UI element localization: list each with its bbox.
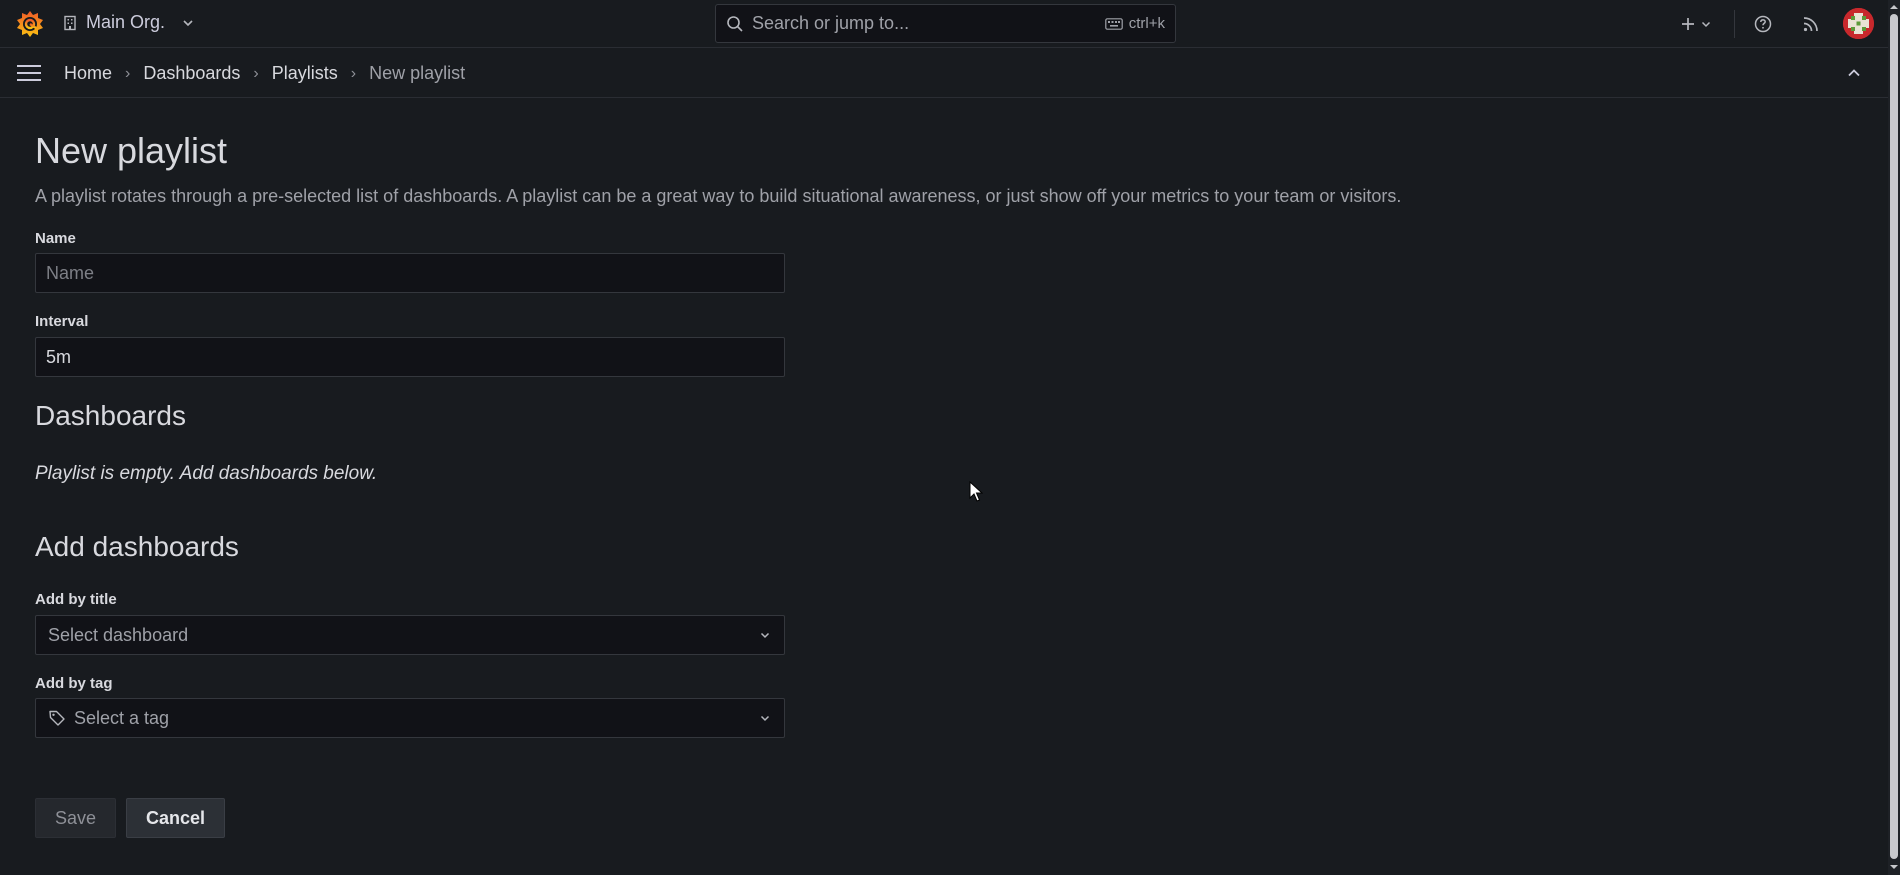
interval-input[interactable] xyxy=(35,337,785,377)
dashboard-select-placeholder: Select dashboard xyxy=(48,624,189,645)
org-name: Main Org. xyxy=(86,12,166,32)
news-button[interactable] xyxy=(1799,12,1823,36)
breadcrumb: Home › Dashboards › Playlists › New play… xyxy=(64,49,465,98)
scrollbar-thumb[interactable] xyxy=(1890,14,1898,859)
add-dashboards-heading: Add dashboards xyxy=(35,531,239,562)
breadcrumb-separator: › xyxy=(125,64,131,82)
name-input[interactable] xyxy=(35,253,785,293)
hamburger-icon[interactable] xyxy=(16,63,42,83)
dashboards-heading: Dashboards xyxy=(35,400,186,431)
chevron-down-icon xyxy=(183,19,193,26)
tag-select[interactable]: Select a tag xyxy=(35,698,785,738)
keyboard-icon xyxy=(1104,17,1123,30)
search-placeholder: Search or jump to... xyxy=(752,13,910,33)
new-button[interactable] xyxy=(1676,12,1716,36)
add-by-tag-label: Add by tag xyxy=(35,675,113,692)
search-icon xyxy=(727,15,743,32)
scroll-up-icon[interactable] xyxy=(1889,2,1899,12)
search-bar[interactable]: Search or jump to... ctrl+k xyxy=(715,4,1176,43)
top-bar: Main Org. Search or jump to... ctrl+k xyxy=(0,0,1888,48)
breadcrumb-separator: › xyxy=(350,64,357,82)
dashboard-select[interactable]: Select dashboard xyxy=(35,615,785,655)
interval-label: Interval xyxy=(35,313,89,330)
breadcrumb-separator: › xyxy=(253,64,259,82)
grafana-logo-icon[interactable] xyxy=(14,8,46,40)
plus-icon xyxy=(1682,18,1694,30)
help-button[interactable] xyxy=(1751,12,1775,36)
scroll-down-icon[interactable] xyxy=(1889,862,1899,872)
page-scrollbar[interactable] xyxy=(1888,0,1900,875)
page-description: A playlist rotates through a pre-selecte… xyxy=(35,186,1402,206)
topbar-divider xyxy=(1734,10,1735,38)
tag-select-placeholder: Select a tag xyxy=(74,707,170,728)
avatar-image xyxy=(1843,8,1874,39)
breadcrumb-home[interactable]: Home xyxy=(64,63,112,84)
empty-playlist-message: Playlist is empty. Add dashboards below. xyxy=(35,463,378,484)
search-shortcut: ctrl+k xyxy=(1104,15,1165,32)
chevron-down-icon xyxy=(1701,21,1711,28)
name-label: Name xyxy=(35,230,76,247)
avatar[interactable] xyxy=(1843,8,1874,39)
chevron-down-icon xyxy=(760,632,770,639)
cancel-button[interactable]: Cancel xyxy=(126,798,225,838)
rss-icon xyxy=(1803,17,1818,32)
breadcrumb-bar: Home › Dashboards › Playlists › New play… xyxy=(0,49,1888,98)
breadcrumb-playlists[interactable]: Playlists xyxy=(272,63,338,84)
chevron-up-icon[interactable] xyxy=(1845,64,1863,82)
page-title: New playlist xyxy=(35,130,228,171)
tag-icon xyxy=(49,710,65,726)
breadcrumb-current: New playlist xyxy=(369,63,466,83)
breadcrumb-dashboards[interactable]: Dashboards xyxy=(143,63,240,84)
mouse-cursor-icon xyxy=(969,481,983,502)
save-button[interactable]: Save xyxy=(35,798,116,838)
help-icon xyxy=(1754,15,1772,33)
org-switcher[interactable]: Main Org. xyxy=(62,12,195,33)
building-icon xyxy=(64,15,76,30)
add-by-title-label: Add by title xyxy=(35,591,117,608)
chevron-down-icon xyxy=(760,715,770,722)
search-shortcut-text: ctrl+k xyxy=(1128,15,1165,32)
